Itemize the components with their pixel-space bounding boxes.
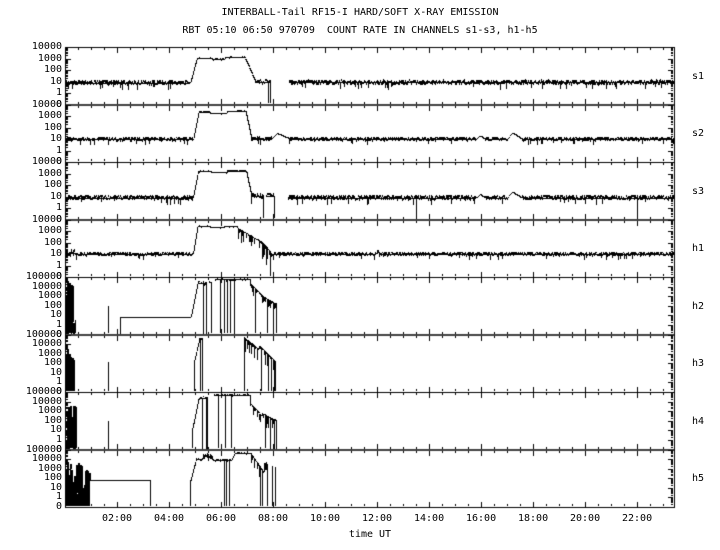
xray-emission-figure: INTERBALL-Tail RF15-I HARD/SOFT X-RAY EM… <box>0 0 720 550</box>
x-tick-label: 20:00 <box>560 514 610 524</box>
x-axis-title: time UT <box>270 529 470 540</box>
x-tick-label: 16:00 <box>456 514 506 524</box>
y-tick-label: 1 <box>56 261 62 271</box>
x-tick-label: 12:00 <box>352 514 402 524</box>
x-tick-label: 22:00 <box>612 514 662 524</box>
y-tick-label: 0 <box>56 502 62 512</box>
plot-canvas <box>0 0 720 550</box>
channel-label: h4 <box>692 417 704 427</box>
channel-label: s1 <box>692 72 704 82</box>
channel-label: s2 <box>692 129 704 139</box>
x-tick-label: 10:00 <box>300 514 350 524</box>
channel-label: h2 <box>692 302 704 312</box>
y-tick-label: 1 <box>56 203 62 213</box>
y-tick-label: 1 <box>56 88 62 98</box>
y-tick-label: 10000 <box>32 42 62 52</box>
x-tick-label: 14:00 <box>404 514 454 524</box>
y-tick-label: 1000 <box>38 226 62 236</box>
y-tick-label: 10 <box>50 77 62 87</box>
channel-label: h1 <box>692 244 704 254</box>
x-tick-label: 06:00 <box>196 514 246 524</box>
y-tick-label: 100 <box>44 180 62 190</box>
y-tick-label: 10 <box>50 249 62 259</box>
y-tick-label: 10 <box>50 192 62 202</box>
y-tick-label: 1000 <box>38 169 62 179</box>
channel-label: s3 <box>692 187 704 197</box>
x-tick-label: 18:00 <box>508 514 558 524</box>
y-tick-label: 1 <box>56 146 62 156</box>
y-tick-label: 10000 <box>32 100 62 110</box>
y-tick-label: 100 <box>44 238 62 248</box>
x-tick-label: 02:00 <box>92 514 142 524</box>
x-tick-label: 04:00 <box>144 514 194 524</box>
y-tick-label: 10 <box>50 134 62 144</box>
y-tick-label: 100 <box>44 123 62 133</box>
y-tick-label: 1000 <box>38 111 62 121</box>
y-tick-label: 100 <box>44 65 62 75</box>
y-tick-label: 1000 <box>38 54 62 64</box>
channel-label: h3 <box>692 359 704 369</box>
y-tick-label: 10000 <box>32 215 62 225</box>
y-tick-label: 10000 <box>32 157 62 167</box>
x-tick-label: 08:00 <box>248 514 298 524</box>
channel-label: h5 <box>692 474 704 484</box>
